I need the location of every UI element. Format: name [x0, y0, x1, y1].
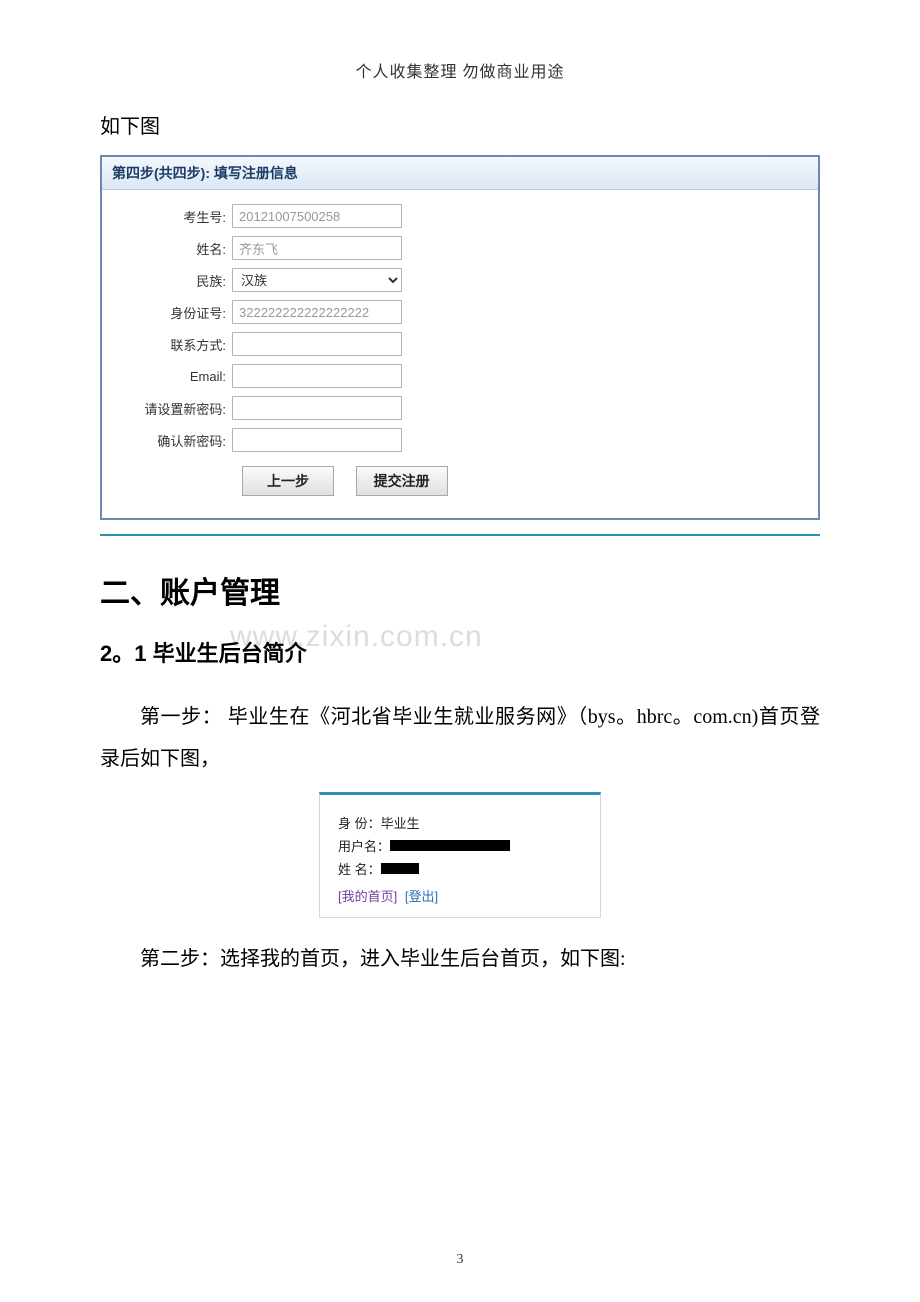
link-logout[interactable]: [登出]: [405, 889, 438, 904]
label-login-name: 姓 名：: [338, 859, 381, 878]
input-name[interactable]: [232, 236, 402, 260]
prev-step-button[interactable]: 上一步: [242, 466, 334, 496]
redacted-name: [381, 863, 419, 874]
label-new-password: 请设置新密码:: [102, 399, 232, 418]
input-contact[interactable]: [232, 332, 402, 356]
submit-register-button[interactable]: 提交注册: [356, 466, 448, 496]
label-identity: 身 份：: [338, 813, 381, 832]
section-heading: 二、账户管理: [100, 568, 820, 612]
form-step-title: 第四步(共四步): 填写注册信息: [102, 157, 818, 190]
value-identity: 毕业生: [381, 813, 420, 832]
subsection-heading: www.zixin.com.cn 2。1 毕业生后台简介: [100, 636, 820, 668]
input-confirm-password[interactable]: [232, 428, 402, 452]
subsection-heading-text: 2。1 毕业生后台简介: [100, 641, 307, 666]
label-email: Email:: [102, 369, 232, 384]
input-id-no[interactable]: [232, 300, 402, 324]
input-exam-no[interactable]: [232, 204, 402, 228]
registration-form-screenshot: 第四步(共四步): 填写注册信息 考生号: 姓名: 民族: 汉族 身份证号:: [100, 155, 820, 520]
select-ethnicity[interactable]: 汉族: [232, 268, 402, 292]
label-name: 姓名:: [102, 239, 232, 258]
label-contact: 联系方式:: [102, 335, 232, 354]
label-confirm-password: 确认新密码:: [102, 431, 232, 450]
input-new-password[interactable]: [232, 396, 402, 420]
label-exam-no: 考生号:: [102, 207, 232, 226]
redacted-username: [390, 840, 510, 851]
section-divider: [100, 534, 820, 536]
label-ethnicity: 民族:: [102, 271, 232, 290]
document-header: 个人收集整理 勿做商业用途: [100, 58, 820, 82]
label-username: 用户名：: [338, 836, 390, 855]
input-email[interactable]: [232, 364, 402, 388]
link-my-homepage[interactable]: [我的首页]: [338, 889, 397, 904]
label-id-no: 身份证号:: [102, 303, 232, 322]
caption-above-form: 如下图: [100, 110, 820, 139]
paragraph-step2: 第二步：选择我的首页，进入毕业生后台首页，如下图:: [100, 938, 820, 980]
page-number: 3: [0, 1252, 920, 1268]
login-status-box: 身 份： 毕业生 用户名： 姓 名： [我的首页] [登出]: [319, 792, 601, 918]
paragraph-step1: 第一步： 毕业生在《河北省毕业生就业服务网》（bys。hbrc。com.cn)首…: [100, 696, 820, 780]
